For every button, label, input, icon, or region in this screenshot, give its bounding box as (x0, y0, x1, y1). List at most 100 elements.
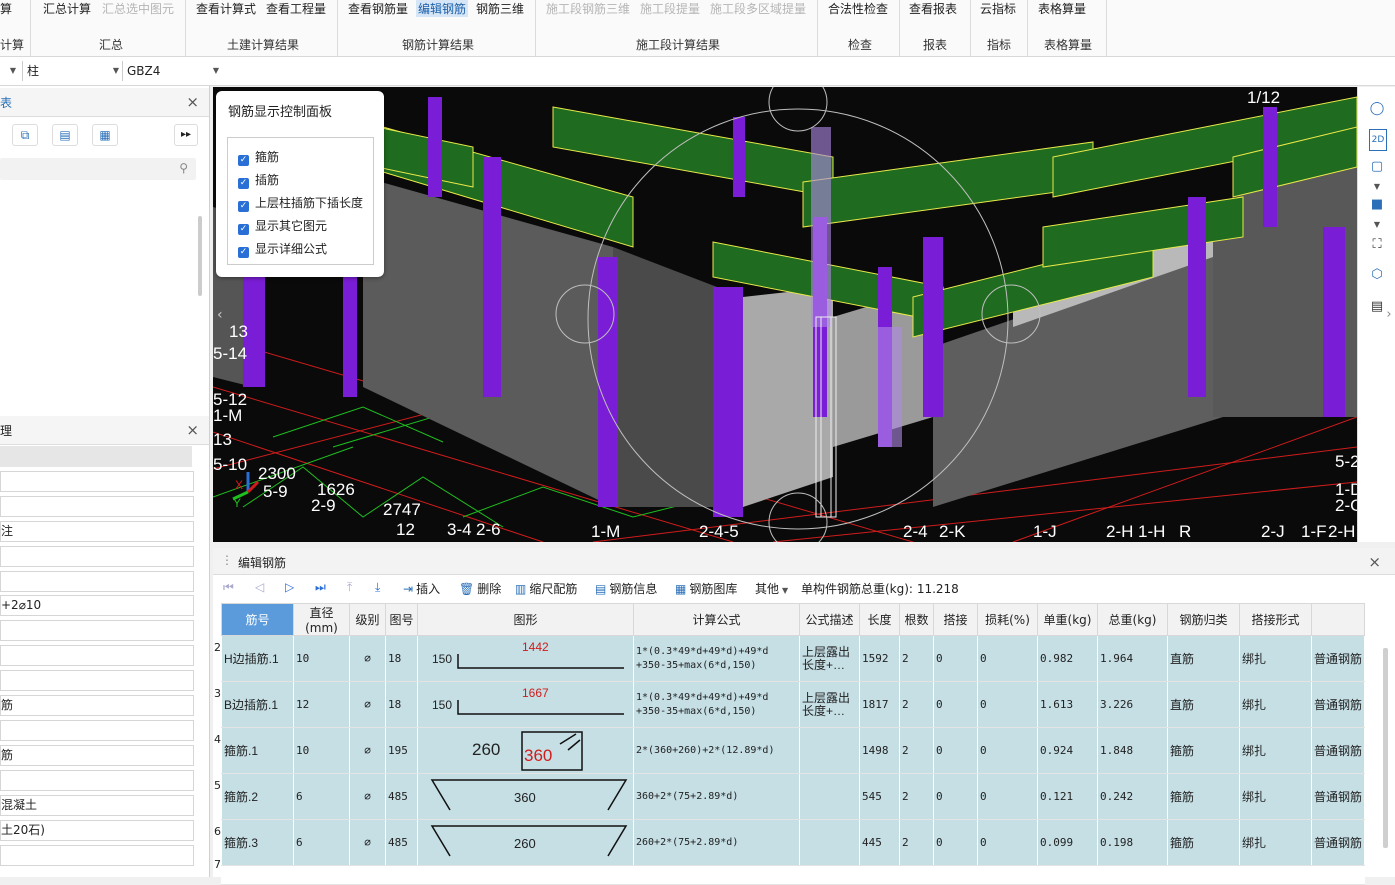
cell-empty[interactable] (899, 865, 934, 885)
cell-empty[interactable] (293, 865, 350, 885)
cell-category[interactable]: 箍筋 (1167, 727, 1240, 774)
property-row[interactable] (0, 845, 194, 866)
cloud-index-button[interactable]: 云指标 (980, 0, 1016, 17)
cell-empty[interactable] (1097, 865, 1168, 885)
copy-icon[interactable]: ⧉ (12, 124, 38, 146)
cell-empty[interactable] (859, 865, 900, 885)
expand-icon[interactable]: ▸▸ (174, 124, 198, 146)
first-record-icon[interactable]: ⏮ (223, 580, 234, 595)
cell-total-weight[interactable]: 1.848 (1097, 727, 1168, 774)
3d-cube-icon[interactable]: ▢ (1366, 157, 1388, 177)
cell-count[interactable]: 2 (899, 773, 934, 820)
cell-empty[interactable] (799, 865, 860, 885)
cell-len[interactable]: 1498 (859, 727, 900, 774)
cell-dia[interactable]: 6 (293, 819, 350, 866)
cell-empty[interactable] (633, 865, 800, 885)
property-row[interactable]: 注 (0, 521, 194, 542)
option-show-formula[interactable]: ✓ 显示详细公式 (238, 240, 327, 258)
col-header[interactable]: 钢筋归类 (1167, 603, 1240, 636)
cell-fig[interactable]: 195 (385, 727, 418, 774)
cell-type[interactable]: 普通钢筋 (1310, 727, 1366, 774)
cell-lap[interactable]: 0 (933, 681, 978, 728)
cell-total-weight[interactable]: 0.198 (1097, 819, 1168, 866)
rebar-info-button[interactable]: ▤ 钢筋信息 (595, 580, 657, 597)
col-header[interactable]: 直径(mm) (293, 603, 350, 636)
table-row[interactable]: B边插筋.1 12 ⌀ 18 150 1667 1*(0.3*49*d+49*d… (221, 681, 1366, 728)
3d-viewport[interactable]: 13 5-14 5-12 1-M 13 5-10 2300 5-9 1626 2… (213, 87, 1357, 542)
element-name-combo[interactable]: GBZ4 ▼ (122, 61, 223, 81)
col-header[interactable]: 总重(kg) (1097, 603, 1168, 636)
option-upper-dowel-length[interactable]: ✓ 上层柱插筋下插长度 (238, 194, 363, 212)
property-row[interactable] (0, 670, 194, 691)
cell-formula[interactable]: 1*(0.3*49*d+49*d)+49*d +350-35+max(6*d,1… (633, 681, 800, 728)
rebar-library-button[interactable]: ▦ 钢筋图库 (675, 580, 737, 597)
col-header[interactable]: 根数 (899, 603, 934, 636)
summary-selected-button[interactable]: 汇总选中图元 (102, 0, 174, 17)
cell-fig[interactable]: 18 (385, 635, 418, 682)
2d-view-icon[interactable]: 2D (1369, 129, 1387, 151)
cell-empty[interactable] (1239, 865, 1312, 885)
cell-formula[interactable]: 2*(360+260)+2*(12.89*d) (633, 727, 800, 774)
property-row[interactable] (0, 720, 194, 741)
cell-total-weight[interactable]: 3.226 (1097, 681, 1168, 728)
view-quantity-button[interactable]: 查看工程量 (266, 0, 326, 17)
layer-copy-icon[interactable]: ▤ (52, 124, 78, 146)
cell-empty[interactable] (349, 865, 386, 885)
cell-lap-type[interactable]: 绑扎 (1239, 773, 1312, 820)
cell-shape[interactable]: 360 (417, 773, 634, 820)
cell-grade[interactable]: ⌀ (349, 727, 386, 774)
property-row[interactable]: 土20石) (0, 820, 194, 841)
display-element-icon[interactable]: ⬡ (1366, 265, 1388, 285)
col-header[interactable]: 单重(kg) (1037, 603, 1098, 636)
cell-empty[interactable] (1037, 865, 1098, 885)
cell-formula[interactable]: 1*(0.3*49*d+49*d)+49*d +350-35+max(6*d,1… (633, 635, 800, 682)
checkbox-checked-icon[interactable]: ✓ (238, 155, 249, 166)
cell-grade[interactable]: ⌀ (349, 681, 386, 728)
cell-category[interactable]: 直筋 (1167, 681, 1240, 728)
chevron-down-icon[interactable]: ▼ (1366, 215, 1388, 235)
cell-unit-weight[interactable]: 0.924 (1037, 727, 1098, 774)
solid-cube-icon[interactable]: ■ (1366, 195, 1388, 215)
cell-desc[interactable] (799, 773, 860, 820)
cell-empty[interactable] (1310, 865, 1366, 885)
scale-rebar-button[interactable]: ▥ 缩尺配筋 (515, 580, 577, 597)
property-row[interactable] (0, 496, 194, 517)
cell-dia[interactable]: 6 (293, 773, 350, 820)
cell-lap-type[interactable]: 绑扎 (1239, 819, 1312, 866)
cell-formula[interactable]: 360+2*(75+2.89*d) (633, 773, 800, 820)
cell-empty[interactable] (221, 865, 294, 885)
table-row[interactable]: 箍筋.1 10 ⌀ 195 260 360 2*(360+260)+2*(12.… (221, 727, 1366, 774)
cell-len[interactable]: 1817 (859, 681, 900, 728)
cell-shape[interactable]: 260 (417, 819, 634, 866)
cell-loss[interactable]: 0 (977, 727, 1038, 774)
close-icon[interactable]: × (186, 421, 199, 439)
cell-count[interactable]: 2 (899, 681, 934, 728)
cell-lap[interactable]: 0 (933, 635, 978, 682)
col-header[interactable]: 级别 (349, 603, 386, 636)
cell-loss[interactable]: 0 (977, 773, 1038, 820)
segment-multi-button[interactable]: 施工段多区域提量 (710, 0, 806, 17)
property-icon[interactable]: ▦ (92, 124, 118, 146)
table-row-empty[interactable] (221, 865, 1366, 885)
cell-grade[interactable]: ⌀ (349, 773, 386, 820)
rebar-3d-button[interactable]: 钢筋三维 (476, 0, 524, 17)
cell-empty[interactable] (977, 865, 1038, 885)
cell-count[interactable]: 2 (899, 635, 934, 682)
property-row[interactable]: 筋 (0, 695, 194, 716)
cell-lap[interactable]: 0 (933, 773, 978, 820)
cell-shape[interactable]: 260 360 (417, 727, 634, 774)
cell-type[interactable]: 普通钢筋 (1310, 635, 1366, 682)
cell-lap[interactable]: 0 (933, 819, 978, 866)
cell-empty[interactable] (933, 865, 978, 885)
cell-unit-weight[interactable]: 0.982 (1037, 635, 1098, 682)
cell-dia[interactable]: 12 (293, 681, 350, 728)
cell-shape[interactable]: 150 1667 (417, 681, 634, 728)
cell-grade[interactable]: ⌀ (349, 635, 386, 682)
cell-name[interactable]: 箍筋.2 (221, 773, 294, 820)
table-scrollbar[interactable] (1383, 648, 1388, 848)
delete-button[interactable]: 🗑 删除 (459, 580, 501, 597)
property-row[interactable] (0, 620, 194, 641)
search-icon[interactable]: ⚲ (179, 161, 188, 175)
cell-len[interactable]: 445 (859, 819, 900, 866)
segment-quantity-button[interactable]: 施工段提量 (640, 0, 700, 17)
